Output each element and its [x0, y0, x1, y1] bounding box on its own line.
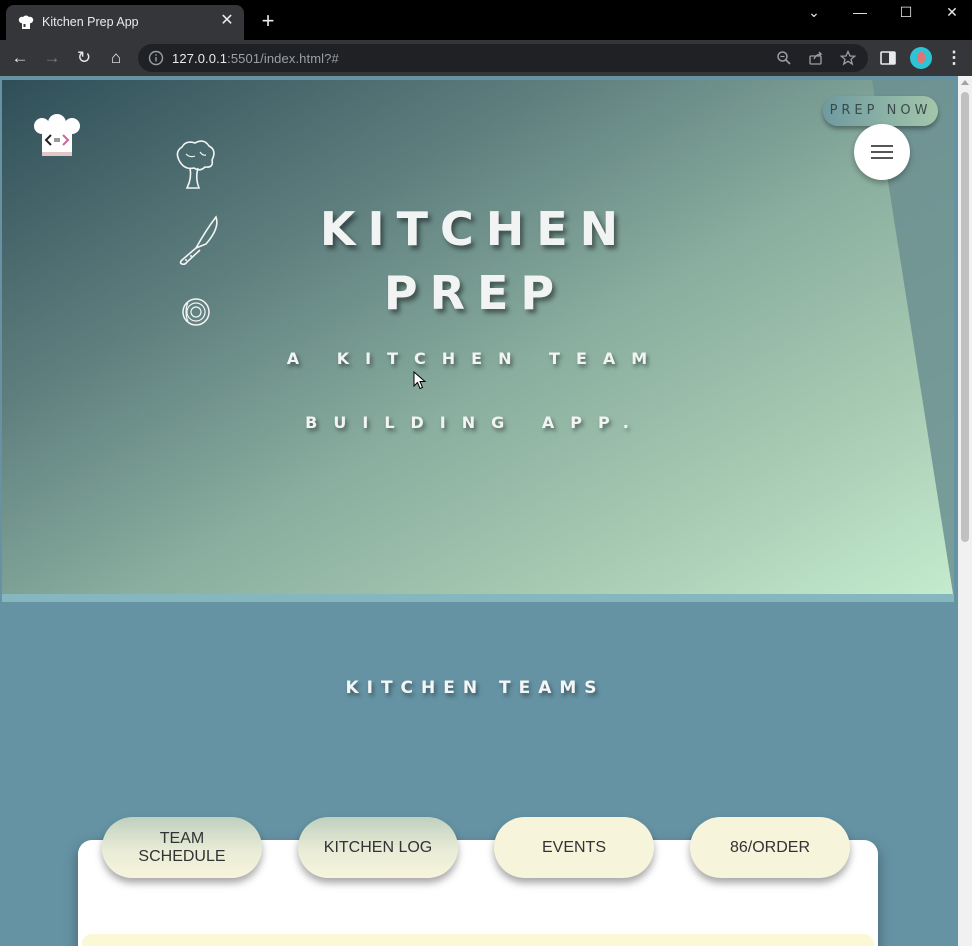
knife-icon — [179, 215, 218, 266]
browser-menu-button[interactable]: ⋮ — [942, 46, 966, 70]
tab-team-schedule[interactable]: TEAM SCHEDULE — [102, 817, 262, 878]
share-icon[interactable] — [808, 50, 824, 66]
site-info-icon[interactable] — [148, 50, 164, 66]
menu-line-icon — [871, 145, 893, 147]
new-tab-button[interactable]: + — [256, 9, 280, 33]
hero-bottom-band — [2, 594, 954, 602]
mouse-cursor-icon — [413, 371, 427, 390]
broccoli-icon — [176, 140, 215, 189]
menu-line-icon — [871, 157, 893, 159]
onion-icon — [182, 298, 210, 326]
hero-subtitle-line1: A KITCHEN TEAM — [286, 349, 664, 368]
menu-line-icon — [871, 151, 893, 153]
bookmark-star-icon[interactable] — [840, 50, 856, 66]
hero-title-line2: PREP — [383, 266, 567, 320]
profile-avatar[interactable] — [910, 47, 932, 69]
card-content-strip — [82, 934, 874, 946]
hero-diagonal-panel — [872, 80, 954, 600]
chef-hat-logo-icon[interactable] — [32, 114, 82, 158]
tab-close-icon[interactable]: ✕ — [218, 12, 236, 30]
kitchen-teams-title: KITCHEN TEAMS — [345, 678, 605, 698]
tab-kitchen-log[interactable]: KITCHEN LOG — [298, 817, 458, 878]
zoom-icon[interactable] — [776, 50, 792, 66]
close-window-button[interactable]: ✕ — [929, 0, 972, 24]
scroll-up-icon[interactable] — [961, 80, 969, 85]
tab-title: Kitchen Prep App — [42, 15, 139, 29]
forward-button[interactable]: → — [40, 46, 64, 70]
tab-86-order[interactable]: 86/ORDER — [690, 817, 850, 878]
hamburger-menu-button[interactable] — [854, 124, 910, 180]
browser-titlebar: Kitchen Prep App ✕ + ⌄ — ☐ ✕ — [0, 0, 972, 40]
home-button[interactable]: ⌂ — [104, 46, 128, 70]
hero-title-line1: KITCHEN — [319, 202, 631, 256]
browser-tab[interactable]: Kitchen Prep App ✕ — [6, 5, 244, 40]
side-panel-icon[interactable] — [878, 48, 898, 68]
tab-events[interactable]: EVENTS — [494, 817, 654, 878]
back-button[interactable]: ← — [8, 46, 32, 70]
tab-search-button[interactable]: ⌄ — [791, 0, 837, 24]
browser-toolbar: ← → ↻ ⌂ 127.0.0.1:5501/index.html?# ⋮ — [0, 40, 972, 76]
page-scrollbar[interactable] — [958, 76, 972, 946]
address-bar[interactable]: 127.0.0.1:5501/index.html?# — [138, 44, 868, 72]
minimize-button[interactable]: — — [837, 0, 883, 24]
prep-now-button[interactable]: PREP NOW — [823, 96, 938, 126]
chef-hat-favicon-icon — [18, 15, 34, 29]
hero-subtitle-line2: BUILDING APP. — [305, 413, 645, 432]
reload-button[interactable]: ↻ — [72, 46, 96, 70]
url-text[interactable]: 127.0.0.1:5501/index.html?# — [172, 51, 339, 66]
page-viewport: KITCHEN PREP A KITCHEN TEAM BUILDING APP… — [0, 76, 972, 946]
scrollbar-thumb[interactable] — [961, 92, 969, 542]
maximize-button[interactable]: ☐ — [883, 0, 929, 24]
